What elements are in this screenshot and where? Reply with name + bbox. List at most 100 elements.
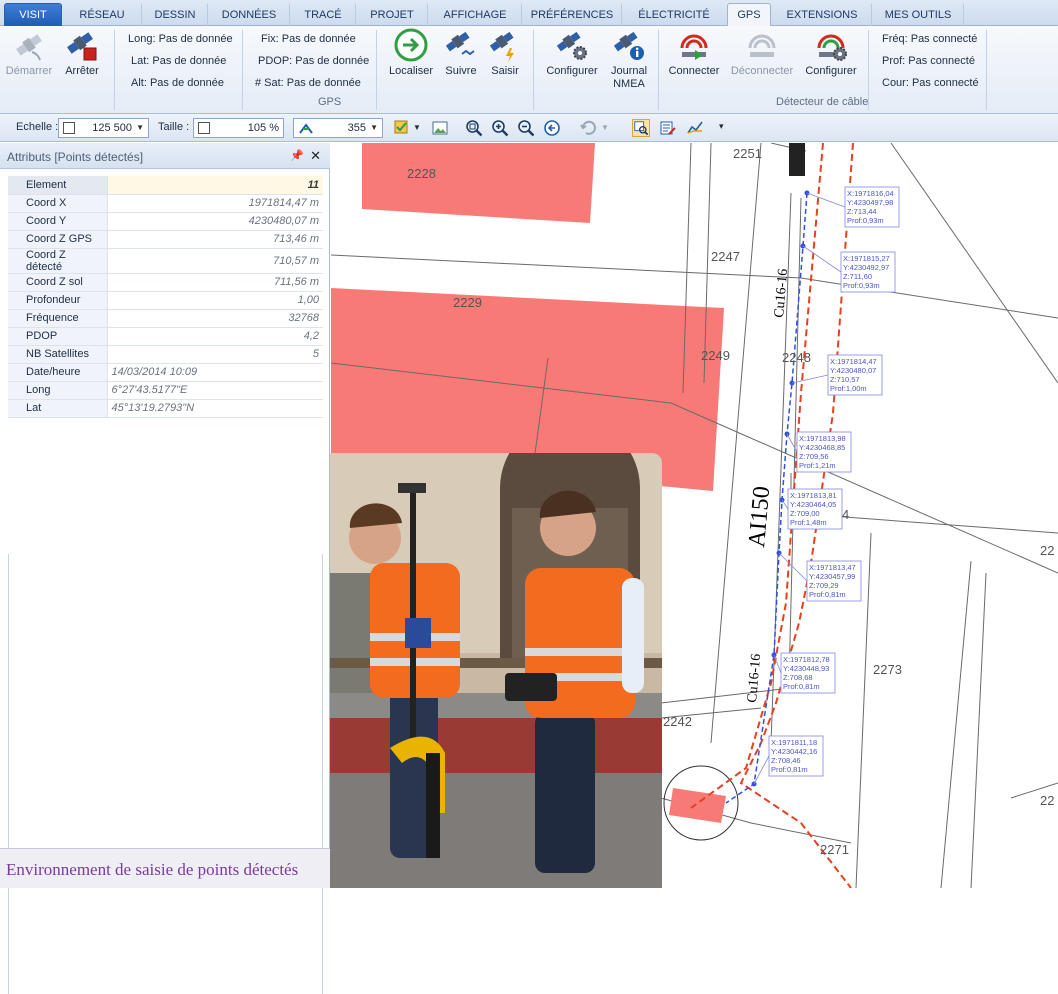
locate-button[interactable]: Localiser	[386, 28, 436, 78]
zoom-extent-icon[interactable]	[465, 119, 483, 137]
tab-affichage[interactable]: AFFICHAGE	[428, 3, 522, 26]
tab-donnees[interactable]: DONNÉES	[208, 3, 290, 26]
attribute-value[interactable]: 45°13'19.2793"N	[107, 399, 323, 418]
tab-preferences[interactable]: PRÉFÉRENCES	[522, 3, 622, 26]
label-leader	[806, 192, 846, 208]
detector-prof-readout: Prof: Pas connecté	[882, 55, 975, 67]
angle-value: 355	[347, 122, 366, 134]
attribute-value[interactable]: 11	[107, 176, 323, 195]
zoom-in-icon[interactable]	[491, 119, 509, 137]
tab-mes-outils[interactable]: MES OUTILS	[872, 3, 964, 26]
rotation-icon	[299, 123, 313, 134]
attribute-value[interactable]: 4230480,07 m	[107, 212, 323, 231]
toolbar-overflow-icon[interactable]: ▾	[719, 121, 724, 132]
layer-style-icon[interactable]	[393, 119, 411, 137]
attribute-row[interactable]: Element 11	[8, 176, 323, 195]
attributes-panel-body	[8, 554, 323, 994]
nmea-log-button[interactable]: Journal NMEA	[606, 28, 652, 91]
attribute-row[interactable]: Long 6°27'43.5177"E	[8, 381, 323, 400]
parcel-label: 22	[1040, 793, 1054, 808]
pin-icon[interactable]: 📌	[290, 149, 304, 162]
tab-trace[interactable]: TRACÉ	[290, 3, 356, 26]
attribute-value[interactable]: 14/03/2014 10:09	[107, 363, 323, 382]
point-label: X:1971815,27Y:4230492,97Z:711,60Prof:0,9…	[840, 251, 896, 293]
previous-view-icon[interactable]	[543, 119, 561, 137]
attributes-panel: Attributs [Points détectés] 📌 ✕ Element 1…	[0, 143, 330, 994]
attribute-row[interactable]: Coord Z GPS 713,46 m	[8, 230, 323, 249]
start-gps-button[interactable]: Démarrer	[4, 28, 54, 78]
attribute-key: Coord X	[8, 194, 108, 213]
parcel-label: 2229	[453, 295, 482, 310]
close-icon[interactable]: ✕	[310, 148, 321, 164]
satellite-stop-icon	[67, 32, 97, 61]
point-label-text: Prof:0,81m	[809, 590, 846, 599]
chevron-down-icon[interactable]: ▼	[413, 123, 421, 132]
tab-dessin[interactable]: DESSIN	[142, 3, 208, 26]
attribute-row[interactable]: Lat 45°13'19.2793"N	[8, 399, 323, 418]
point-label-text: Y:4230492,97	[843, 263, 889, 272]
attribute-row[interactable]: Date/heure 14/03/2014 10:09	[8, 363, 323, 382]
section-label: AI150	[744, 485, 775, 548]
connect-detector-label: Connecter	[668, 65, 720, 77]
connect-detector-button[interactable]: Connecter	[664, 28, 724, 78]
size-checkbox[interactable]	[198, 122, 210, 134]
capture-button[interactable]: Saisir	[486, 28, 524, 78]
point-label: X:1971814,47Y:4230480,07Z:710,57Prof:1,0…	[827, 354, 883, 396]
chevron-down-icon[interactable]: ▼	[601, 123, 609, 132]
attribute-row[interactable]: Coord Z détecté 710,57 m	[8, 248, 323, 274]
disconnect-detector-button[interactable]: Déconnecter	[728, 28, 796, 78]
attribute-value[interactable]: 710,57 m	[107, 248, 323, 274]
scale-checkbox[interactable]	[63, 122, 75, 134]
edit-attributes-icon[interactable]	[659, 119, 677, 137]
zoom-out-icon[interactable]	[517, 119, 535, 137]
configure-gps-label: Configurer	[546, 65, 598, 77]
nmea-log-label-2: NMEA	[613, 78, 645, 90]
attribute-row[interactable]: NB Satellites 5	[8, 345, 323, 364]
label-leader	[791, 374, 829, 384]
cable-label-1: Cu16-16	[772, 268, 791, 318]
map-toolbar: Echelle : 125 500 ▼ Taille : 105 % 355 ▼…	[0, 114, 1058, 142]
attribute-value[interactable]: 711,56 m	[107, 273, 323, 292]
attribute-value[interactable]: 4,2	[107, 327, 323, 346]
attribute-value[interactable]: 1971814,47 m	[107, 194, 323, 213]
tab-electricite[interactable]: ÉLECTRICITÉ	[622, 3, 726, 26]
size-field[interactable]: 105 %	[193, 118, 284, 138]
signal-disconnect-icon	[748, 34, 776, 57]
attribute-value[interactable]: 713,46 m	[107, 230, 323, 249]
tab-reseau[interactable]: RÉSEAU	[62, 3, 142, 26]
configure-gps-button[interactable]: Configurer	[543, 28, 601, 78]
attribute-value[interactable]: 5	[107, 345, 323, 364]
attribute-key: Lat	[8, 399, 108, 418]
attribute-row[interactable]: Coord Y 4230480,07 m	[8, 212, 323, 231]
configure-detector-button[interactable]: Configurer	[802, 28, 860, 78]
parcel-label: 2228	[407, 166, 436, 181]
point-label-text: X:1971814,47	[830, 357, 877, 366]
scale-select[interactable]: 125 500 ▼	[58, 118, 149, 138]
attribute-row[interactable]: PDOP 4,2	[8, 327, 323, 346]
follow-button[interactable]: Suivre	[440, 28, 482, 78]
angle-select[interactable]: 355 ▼	[293, 118, 383, 138]
tab-projet[interactable]: PROJET	[356, 3, 428, 26]
image-icon[interactable]	[431, 119, 449, 137]
attribute-row[interactable]: Profondeur 1,00	[8, 291, 323, 310]
attribute-key: Fréquence	[8, 309, 108, 328]
profile-icon[interactable]	[686, 119, 704, 137]
tab-gps[interactable]: GPS	[727, 3, 771, 27]
attribute-row[interactable]: Coord X 1971814,47 m	[8, 194, 323, 213]
stop-gps-button[interactable]: Arrêter	[58, 28, 106, 78]
query-tool-icon[interactable]	[632, 119, 650, 137]
undo-icon[interactable]	[579, 119, 597, 137]
parcel-label: 2271	[820, 842, 849, 857]
point-label-text: Y:4230468,85	[799, 443, 845, 452]
size-label: Taille :	[158, 121, 190, 133]
attribute-value[interactable]: 6°27'43.5177"E	[107, 381, 323, 400]
attribute-row[interactable]: Fréquence 32768	[8, 309, 323, 328]
gps-group-label: GPS	[318, 96, 342, 108]
point-label-text: Z:708,68	[783, 673, 813, 682]
attribute-value[interactable]: 32768	[107, 309, 323, 328]
satellite-icon	[16, 34, 42, 61]
tab-visit[interactable]: VISIT	[4, 3, 62, 26]
attribute-row[interactable]: Coord Z sol 711,56 m	[8, 273, 323, 292]
attribute-value[interactable]: 1,00	[107, 291, 323, 310]
tab-extensions[interactable]: EXTENSIONS	[772, 3, 872, 26]
